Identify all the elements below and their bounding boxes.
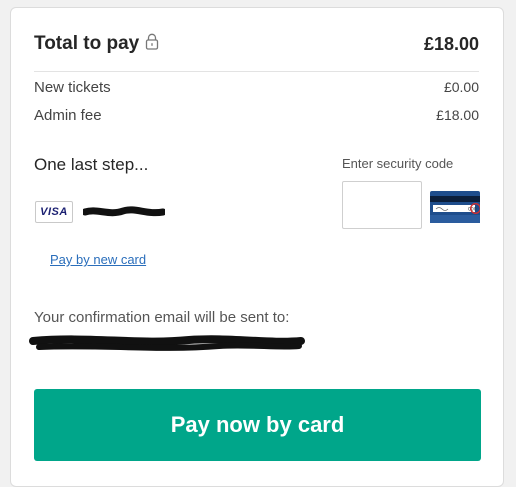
payment-summary-card: Total to pay £18.00 New tickets £0.00 Ad… — [10, 7, 504, 487]
line-item-new-tickets: New tickets £0.00 — [34, 77, 479, 97]
total-amount: £18.00 — [423, 33, 479, 54]
total-label-group: Total to pay — [34, 33, 159, 56]
lock-icon — [145, 33, 159, 56]
redaction-scribble — [29, 335, 305, 351]
total-row: Total to pay £18.00 — [34, 31, 479, 57]
line-item-value: £18.00 — [436, 107, 479, 123]
redaction-scribble — [83, 206, 165, 217]
security-code-label: Enter security code — [342, 156, 454, 171]
security-code-input[interactable] — [342, 181, 422, 229]
pay-by-new-card-link[interactable]: Pay by new card — [50, 252, 146, 267]
step-title: One last step... — [34, 155, 149, 174]
visa-logo-icon: VISA — [35, 201, 73, 223]
line-item-value: £0.00 — [443, 79, 479, 95]
card-back-cvv-icon: 000 — [430, 191, 480, 223]
divider — [34, 71, 479, 72]
confirmation-email-text: Your confirmation email will be sent to: — [34, 309, 290, 326]
total-label: Total to pay — [34, 33, 140, 54]
confirmation-email-value — [29, 332, 305, 356]
line-item-admin-fee: Admin fee £18.00 — [34, 105, 479, 125]
line-item-label: Admin fee — [34, 106, 102, 124]
saved-card-number[interactable] — [83, 204, 165, 220]
pay-now-button[interactable]: Pay now by card — [34, 389, 481, 461]
line-item-label: New tickets — [34, 78, 111, 96]
